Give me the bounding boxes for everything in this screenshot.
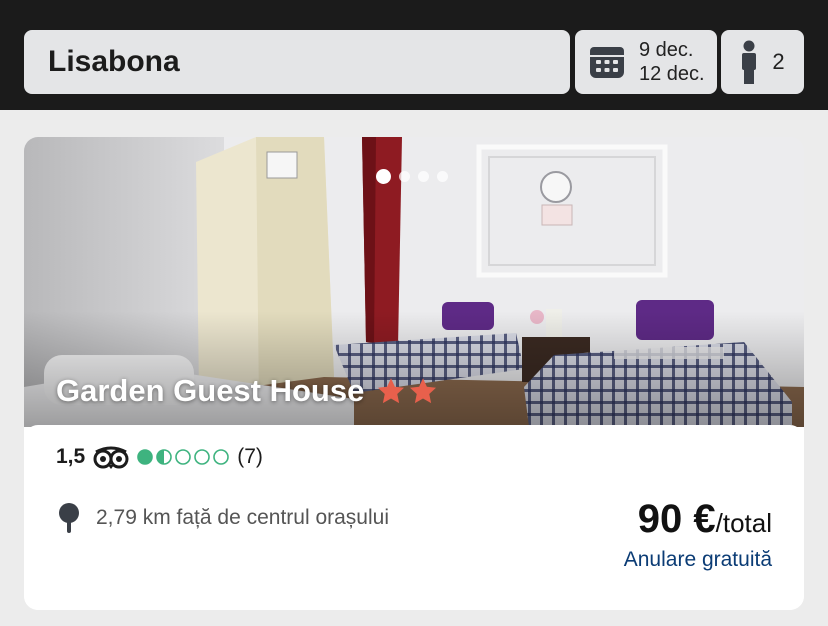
- listing-card[interactable]: Garden Guest House 1,5 (7) 2,79 km față …: [24, 137, 804, 610]
- bubble-full-icon: [137, 449, 154, 465]
- price-amount: 90 €: [637, 497, 716, 541]
- star-rating: [376, 376, 438, 406]
- bubble-empty-icon: [194, 449, 211, 465]
- carousel-dot[interactable]: [418, 171, 429, 182]
- carousel-dot[interactable]: [376, 169, 391, 184]
- tripadvisor-owl-icon: [93, 446, 129, 469]
- checkin-date: 9 dec.: [639, 39, 694, 61]
- carousel-dot[interactable]: [437, 171, 448, 182]
- price-unit: /total: [715, 508, 772, 538]
- listing-title-row: Garden Guest House: [56, 373, 438, 409]
- free-cancellation-label: Anulare gratuită: [623, 548, 772, 571]
- listing-info: 1,5 (7) 2,79 km față de centrul orașului…: [24, 425, 804, 610]
- review-count: (7): [237, 445, 263, 468]
- dates-range: 9 dec. 12 dec.: [639, 38, 705, 86]
- bubble-empty-icon: [175, 449, 192, 465]
- location-row: 2,79 km față de centrul orașului: [56, 503, 389, 533]
- rating-score: 1,5: [56, 445, 86, 468]
- location-pin-icon: [59, 503, 79, 533]
- bubble-empty-icon: [213, 449, 230, 465]
- dates-field[interactable]: 9 dec. 12 dec.: [575, 30, 717, 94]
- carousel-indicator[interactable]: [376, 169, 448, 184]
- calendar-icon: [590, 47, 624, 78]
- star-icon: [410, 378, 437, 404]
- search-header: Lisabona 9 dec. 12 dec. 2: [0, 0, 828, 110]
- bubble-half-icon: [156, 449, 173, 465]
- rating-bubbles: [137, 449, 230, 465]
- listing-photo[interactable]: Garden Guest House: [24, 137, 804, 427]
- guests-count: 2: [772, 49, 785, 74]
- carousel-dot[interactable]: [399, 171, 410, 182]
- checkout-date: 12 dec.: [639, 63, 705, 85]
- destination-field[interactable]: Lisabona: [24, 30, 570, 94]
- guests-field[interactable]: 2: [721, 30, 804, 94]
- hotel-name: Garden Guest House: [56, 373, 365, 408]
- destination-text: Lisabona: [48, 45, 180, 78]
- rating-row: 1,5 (7): [56, 445, 263, 469]
- price-box: 90 €/total Anulare gratuită: [624, 497, 772, 572]
- person-icon: [742, 40, 757, 84]
- distance-text: 2,79 km față de centrul orașului: [96, 506, 389, 529]
- star-icon: [378, 378, 405, 404]
